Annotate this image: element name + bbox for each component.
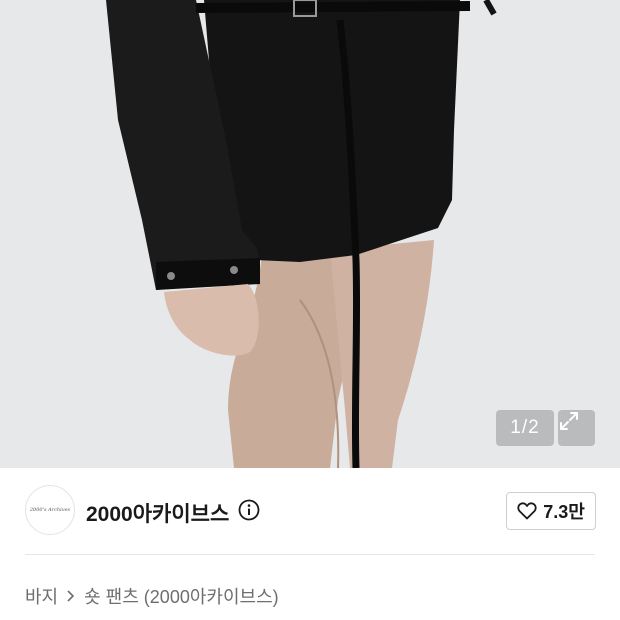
divider: [25, 554, 595, 555]
brand-logo[interactable]: 2000's Archives: [25, 485, 75, 535]
chevron-right-icon: [67, 590, 75, 602]
image-counter-text: 1/2: [510, 417, 540, 438]
like-button[interactable]: 7.3만: [506, 492, 596, 530]
product-photo: [0, 0, 620, 468]
info-icon[interactable]: [238, 499, 260, 521]
breadcrumb-product: 숏 팬츠 (2000아카이브스): [84, 587, 279, 607]
expand-icon: [560, 412, 578, 430]
like-count: 7.3만: [543, 502, 585, 522]
heart-icon: [517, 502, 537, 520]
breadcrumb-category[interactable]: 바지: [25, 583, 58, 609]
brand-name[interactable]: 2000아카이브스: [86, 498, 229, 528]
expand-button[interactable]: [558, 410, 595, 446]
brand-row: 2000's Archives 2000아카이브스 7.3만: [0, 468, 620, 556]
product-image[interactable]: 1/2: [0, 0, 620, 468]
brand-logo-text: 2000's Archives: [29, 507, 71, 513]
breadcrumb: 바지 숏 팬츠 (2000아카이브스): [25, 583, 279, 609]
image-counter: 1/2: [496, 410, 554, 446]
